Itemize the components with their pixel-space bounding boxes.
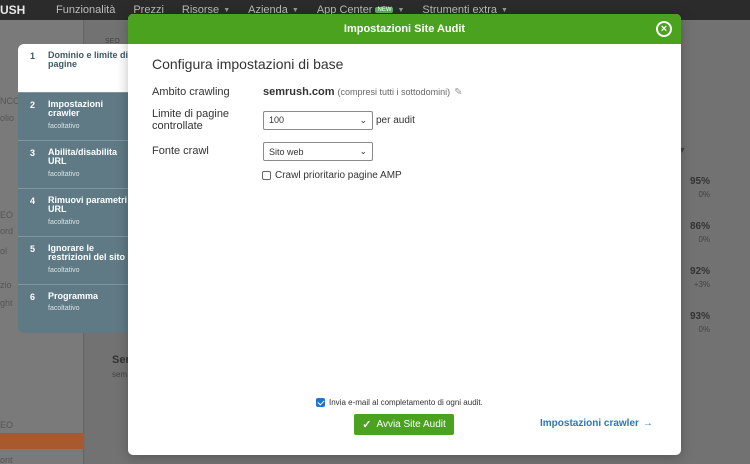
brand-logo: USH: [0, 3, 26, 17]
step-domain-limit[interactable]: 1 Dominio e limite di pagine: [18, 44, 130, 93]
step-optional: facoltativo: [48, 266, 80, 274]
sidebar-fragment: ol: [0, 246, 8, 256]
step-label: Ignorare le restrizioni del sito: [48, 243, 126, 263]
crawl-source-row: Fonte crawl Sito web ⌄: [152, 142, 652, 161]
modal-header: Impostazioni Site Audit ×: [128, 14, 681, 44]
step-optional: facoltativo: [48, 218, 80, 226]
check-icon: ✓: [362, 419, 372, 431]
step-label: Abilita/disabilita URL: [48, 147, 118, 167]
step-schedule[interactable]: 6 Programma facoltativo: [18, 285, 130, 333]
step-remove-url-params[interactable]: 4 Rimuovi parametri URL facoltativo: [18, 189, 130, 237]
amp-row: Crawl prioritario pagine AMP: [152, 170, 652, 181]
page-limit-suffix: per audit: [376, 114, 415, 126]
sidebar-fragment: ord: [0, 226, 14, 236]
sidebar-fragment: ght: [0, 298, 13, 308]
chevron-down-icon: ⌄: [359, 114, 367, 125]
step-label: Rimuovi parametri URL: [48, 195, 128, 215]
sidebar-fragment: zio: [0, 280, 12, 290]
arrow-right-icon: →: [642, 418, 653, 429]
crawl-scope-domain: semrush.com: [263, 86, 335, 98]
email-notification-row: Invia e-mail al completamento di ogni au…: [316, 398, 483, 407]
sidebar-fragment: NCO: [0, 96, 20, 106]
crawl-source-label: Fonte crawl: [152, 145, 209, 158]
sidebar-fragment: EO: [0, 420, 14, 430]
step-bypass-restrictions[interactable]: 5 Ignorare le restrizioni del sito facolt…: [18, 237, 130, 285]
email-checkbox[interactable]: [316, 398, 325, 407]
nav-funzionalita[interactable]: Funzionalità: [56, 4, 115, 16]
step-crawler-settings[interactable]: 2 Impostazioni crawler facoltativo: [18, 93, 130, 141]
step-allow-disallow-url[interactable]: 3 Abilita/disabilita URL facoltativo: [18, 141, 130, 189]
page-limit-select[interactable]: 100 ⌄: [263, 110, 373, 130]
close-icon[interactable]: ×: [656, 21, 672, 37]
modal-title: Impostazioni Site Audit: [343, 23, 466, 35]
crawl-source-select[interactable]: Sito web ⌄: [263, 142, 373, 161]
pencil-icon[interactable]: ✎: [454, 87, 462, 98]
site-audit-settings-modal: Impostazioni Site Audit × Configura impo…: [128, 14, 681, 455]
active-sidebar-highlight: [0, 433, 84, 449]
chevron-down-icon: ▼: [397, 6, 405, 14]
step-optional: facoltativo: [48, 170, 80, 178]
chevron-down-icon: ⌄: [359, 146, 367, 156]
email-checkbox-label: Invia e-mail al completamento di ogni au…: [329, 398, 483, 407]
step-optional: facoltativo: [48, 122, 80, 130]
chevron-down-icon: ▼: [291, 6, 299, 14]
crawl-scope-note: (compresi tutti i sottodomini): [337, 87, 451, 97]
chevron-down-icon: ▼: [501, 6, 508, 14]
crawler-settings-link[interactable]: Impostazioni crawler →: [540, 418, 653, 429]
sidebar-fragment: EO: [0, 210, 14, 220]
step-label: Dominio e limite di pagine: [48, 50, 129, 70]
section-subtitle: sem: [112, 370, 128, 379]
crawl-scope-row: Ambito crawling semrush.com (compresi tu…: [152, 84, 652, 100]
step-label: Programma: [48, 291, 99, 301]
new-badge: NEW: [375, 7, 394, 13]
sidebar-fragment: ont: [0, 455, 13, 464]
modal-body: Configura impostazioni di base Ambito cr…: [152, 56, 652, 181]
step-label: Impostazioni crawler: [48, 99, 104, 119]
section-title: Configura impostazioni di base: [152, 56, 344, 72]
amp-checkbox-label: Crawl prioritario pagine AMP: [275, 170, 402, 181]
sidebar-fragment: olio: [0, 113, 15, 123]
crawl-scope-label: Ambito crawling: [152, 85, 230, 98]
page-limit-row: Limite di pagine controllate 100 ⌄ per a…: [152, 108, 652, 132]
page-limit-label: Limite di pagine controllate: [152, 107, 230, 132]
start-site-audit-button[interactable]: ✓ Avvia Site Audit: [354, 414, 454, 435]
chevron-down-icon: ▼: [223, 6, 231, 14]
amp-checkbox[interactable]: [262, 171, 271, 180]
setup-stepper: 1 Dominio e limite di pagine 2 Impostazi…: [18, 44, 130, 333]
step-optional: facoltativo: [48, 305, 80, 313]
